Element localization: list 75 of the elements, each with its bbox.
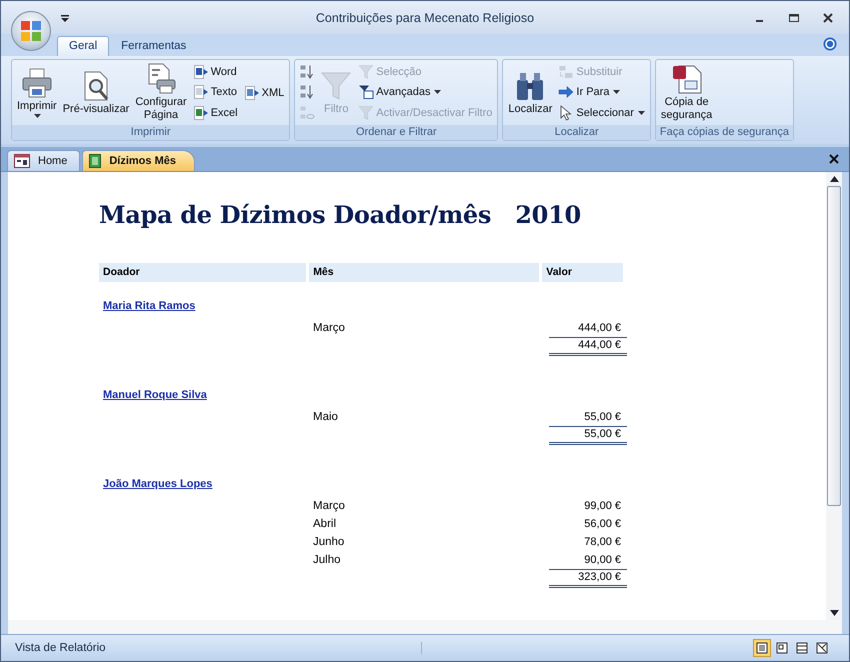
report-icon — [89, 154, 102, 168]
sort-descending-icon — [299, 84, 316, 100]
total-cell: 55,00 € — [549, 426, 627, 444]
month-cell: Abril — [313, 518, 336, 530]
window-title: Contribuições para Mecenato Religioso — [316, 10, 534, 24]
ribbon-button[interactable]: Configurar Página — [133, 62, 189, 123]
backup-document-icon — [670, 63, 703, 95]
ribbon-button[interactable]: XML — [242, 84, 286, 102]
column-header: Doador — [99, 263, 306, 282]
status-text: Vista de Relatório — [1, 642, 422, 654]
view-icon — [756, 642, 768, 654]
total-cell: 323,00 € — [549, 568, 627, 588]
funnel-icon — [358, 64, 374, 80]
donor-link[interactable]: Manuel Roque Silva — [103, 389, 207, 401]
report-title: Mapa de Dízimos Doador/mês 2010 — [99, 200, 582, 229]
month-cell: Março — [313, 500, 345, 512]
donor-link[interactable]: Maria Rita Ramos — [103, 300, 196, 312]
sort-ascending-icon — [299, 64, 316, 80]
customize-menu-icon[interactable] — [61, 15, 69, 23]
month-cell: Julho — [313, 554, 340, 566]
scrollbar[interactable] — [826, 172, 842, 620]
month-cell: Maio — [313, 411, 338, 423]
donor-link[interactable]: João Marques Lopes — [103, 478, 212, 490]
funnel-window-icon — [358, 84, 374, 100]
view-icon — [796, 642, 808, 654]
value-cell: 90,00 € — [584, 554, 621, 566]
value-cell: 55,00 € — [584, 411, 621, 423]
group-label: Faça cópias de segurança — [656, 125, 793, 140]
document-icon — [244, 84, 260, 100]
arrow-right-icon — [558, 84, 574, 100]
close-icon[interactable] — [829, 154, 839, 164]
ribbon-button[interactable]: Excel — [190, 104, 240, 122]
ribbon-tab[interactable]: Ferramentas — [109, 36, 198, 56]
ribbon-button[interactable]: Imprimir — [15, 66, 59, 119]
value-cell: 99,00 € — [584, 500, 621, 512]
funnel-icon — [358, 104, 374, 121]
group-label: Localizar — [503, 125, 650, 140]
document-tab[interactable]: Dízimos Mês — [82, 150, 195, 171]
total-cell: 444,00 € — [549, 336, 627, 356]
ribbon-button[interactable]: Word — [190, 63, 240, 82]
month-cell: Março — [313, 322, 345, 334]
form-icon — [14, 154, 30, 168]
close-icon[interactable] — [823, 13, 833, 23]
scroll-thumb[interactable] — [827, 186, 841, 506]
help-icon[interactable] — [823, 37, 837, 51]
notepad-icon — [192, 84, 209, 100]
value-cell: 78,00 € — [584, 536, 621, 548]
ribbon-button[interactable]: Ir Para — [556, 83, 647, 102]
document-tab[interactable]: Home — [7, 150, 80, 171]
printer-icon — [20, 67, 53, 99]
group-label: Ordenar e Filtrar — [295, 125, 498, 140]
view-icon — [816, 642, 828, 654]
cursor-icon — [558, 104, 574, 121]
column-header: Mês — [309, 263, 540, 282]
column-header: Valor — [542, 263, 623, 282]
ribbon-button[interactable]: Avançadas — [356, 83, 494, 102]
ribbon-button[interactable]: Texto — [190, 83, 240, 102]
ribbon-button[interactable]: Cópia de segurança — [658, 62, 714, 123]
group-label: Imprimir — [12, 125, 290, 140]
ribbon-button[interactable]: Seleccionar — [556, 104, 647, 122]
scroll-up-icon[interactable] — [830, 176, 838, 182]
funnel-icon — [320, 70, 352, 102]
spreadsheet-icon — [192, 104, 209, 121]
month-cell: Junho — [313, 536, 344, 548]
ribbon-button[interactable]: Pré-visualizar — [60, 68, 132, 116]
scroll-down-icon[interactable] — [830, 610, 838, 616]
ribbon-tab[interactable]: Geral — [57, 36, 110, 56]
ribbon-button[interactable]: Localizar — [506, 68, 554, 116]
value-cell: 444,00 € — [578, 322, 621, 334]
document-icon — [192, 64, 209, 80]
view-button[interactable] — [753, 639, 771, 657]
value-cell: 56,00 € — [584, 518, 621, 530]
maximize-icon[interactable] — [789, 13, 799, 23]
view-icon — [776, 642, 788, 654]
office-logo-icon — [20, 20, 42, 42]
